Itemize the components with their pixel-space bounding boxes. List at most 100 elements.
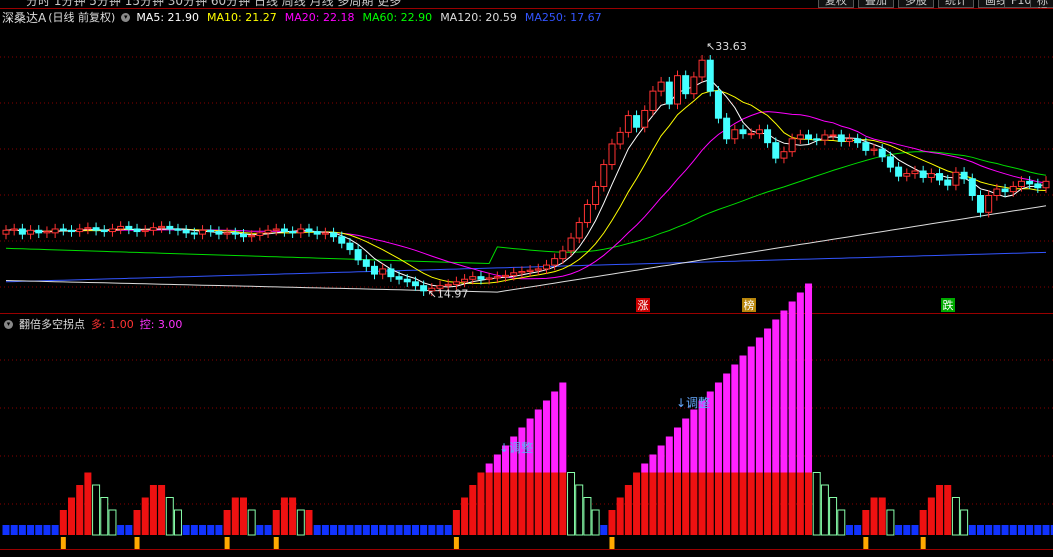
indicator-bar [117,525,125,535]
indicator-bar-extra [723,373,731,473]
indicator-bar [403,525,411,535]
candle-body [27,229,35,235]
indicator-bar [43,525,51,535]
candle-body [542,264,550,270]
indicator-bar [190,525,198,535]
turn-marker [134,537,140,549]
indicator-bar [387,525,395,535]
candle-body [215,231,223,235]
candle-body [575,222,583,239]
candle-body [84,227,92,230]
candle-body [551,258,559,266]
indicator-bar [780,472,788,535]
indicator-bar [289,497,297,535]
candle-body [264,229,272,234]
indicator-bar [559,472,567,535]
candle-body [772,142,780,159]
candle-body [903,173,911,177]
candle-body [829,134,837,137]
indicator-bar [18,525,26,535]
candle-body [895,166,903,177]
indicator-bar [993,525,1001,535]
adjust-annotation: ↓调整 [499,440,533,455]
candle-body [256,232,264,236]
indicator-bar [1009,525,1017,535]
indicator-bar [354,525,362,535]
indicator-bar [207,525,215,535]
indicator-bar [837,509,846,536]
indicator-bar [280,497,288,535]
indicator-bar [215,525,223,535]
indicator-bar [477,472,485,535]
candle-body [673,75,681,105]
candle-body [231,232,239,235]
indicator-bar [820,484,829,536]
candle-body [166,225,174,230]
candle-body [68,229,76,233]
indicator-bar [125,525,133,535]
candle-body [665,81,673,105]
candle-body [845,138,853,142]
indicator-bar [911,525,919,535]
indicator-bar [239,497,247,535]
indicator-bar [673,472,681,535]
indicator-bar [2,525,10,535]
indicator-bar [583,497,592,536]
indicator-bar [747,472,755,535]
indicator-bar [903,525,911,535]
candle-body [649,90,657,111]
indicator-bar [591,509,600,536]
event-marker-label: 涨 [638,299,649,312]
indicator-bar [10,525,18,535]
candle-body [1042,180,1050,189]
turn-marker [609,537,615,549]
indicator-bar [444,525,452,535]
indicator-bar [968,525,976,535]
candle-body [682,75,690,95]
ma250-line [5,251,1047,283]
candle-body [878,148,886,158]
indicator-bar [723,472,731,535]
indicator-bar [84,472,92,535]
indicator-bar [608,510,616,535]
indicator-bar [895,525,903,535]
candle-body [321,232,329,235]
candle-body [870,148,878,151]
candle-body [420,285,428,292]
indicator-bar [985,525,993,535]
indicator-bar [165,497,174,536]
candle-body [1026,180,1034,185]
indicator-bar [35,525,43,535]
candle-body [690,76,698,95]
indicator-bar [772,472,780,535]
indicator-bar [149,485,157,535]
adjust-annotation: ↓调整 [676,395,710,410]
indicator-bar [764,472,772,535]
candle-body [354,249,362,261]
indicator-bar [526,472,534,535]
indicator-bar [665,472,673,535]
indicator-bar-extra [755,337,763,473]
candle-body [624,115,632,133]
candle-body [862,142,870,151]
indicator-bar-extra [657,445,665,473]
indicator-bar [313,525,321,535]
candle-body [305,228,313,233]
candlestick-chart[interactable]: ↖33.63 ↖14.97 涨 榜 跌 ↓调整 ↓调整 [0,0,1053,557]
candle-body [395,276,403,280]
indicator-bar [436,525,444,535]
turn-marker [224,537,230,549]
candle-body [534,268,542,271]
indicator-bar [936,485,944,535]
candle-body [788,138,796,153]
candle-body [796,134,804,140]
candle-body [805,134,813,140]
indicator-bar [338,525,346,535]
candle-body [493,276,501,279]
indicator-bar [829,497,838,536]
indicator-bar [428,525,436,535]
indicator-bar [944,485,952,535]
indicator-bar-extra [796,292,804,473]
indicator-bar [534,472,542,535]
candle-body [993,188,1001,196]
